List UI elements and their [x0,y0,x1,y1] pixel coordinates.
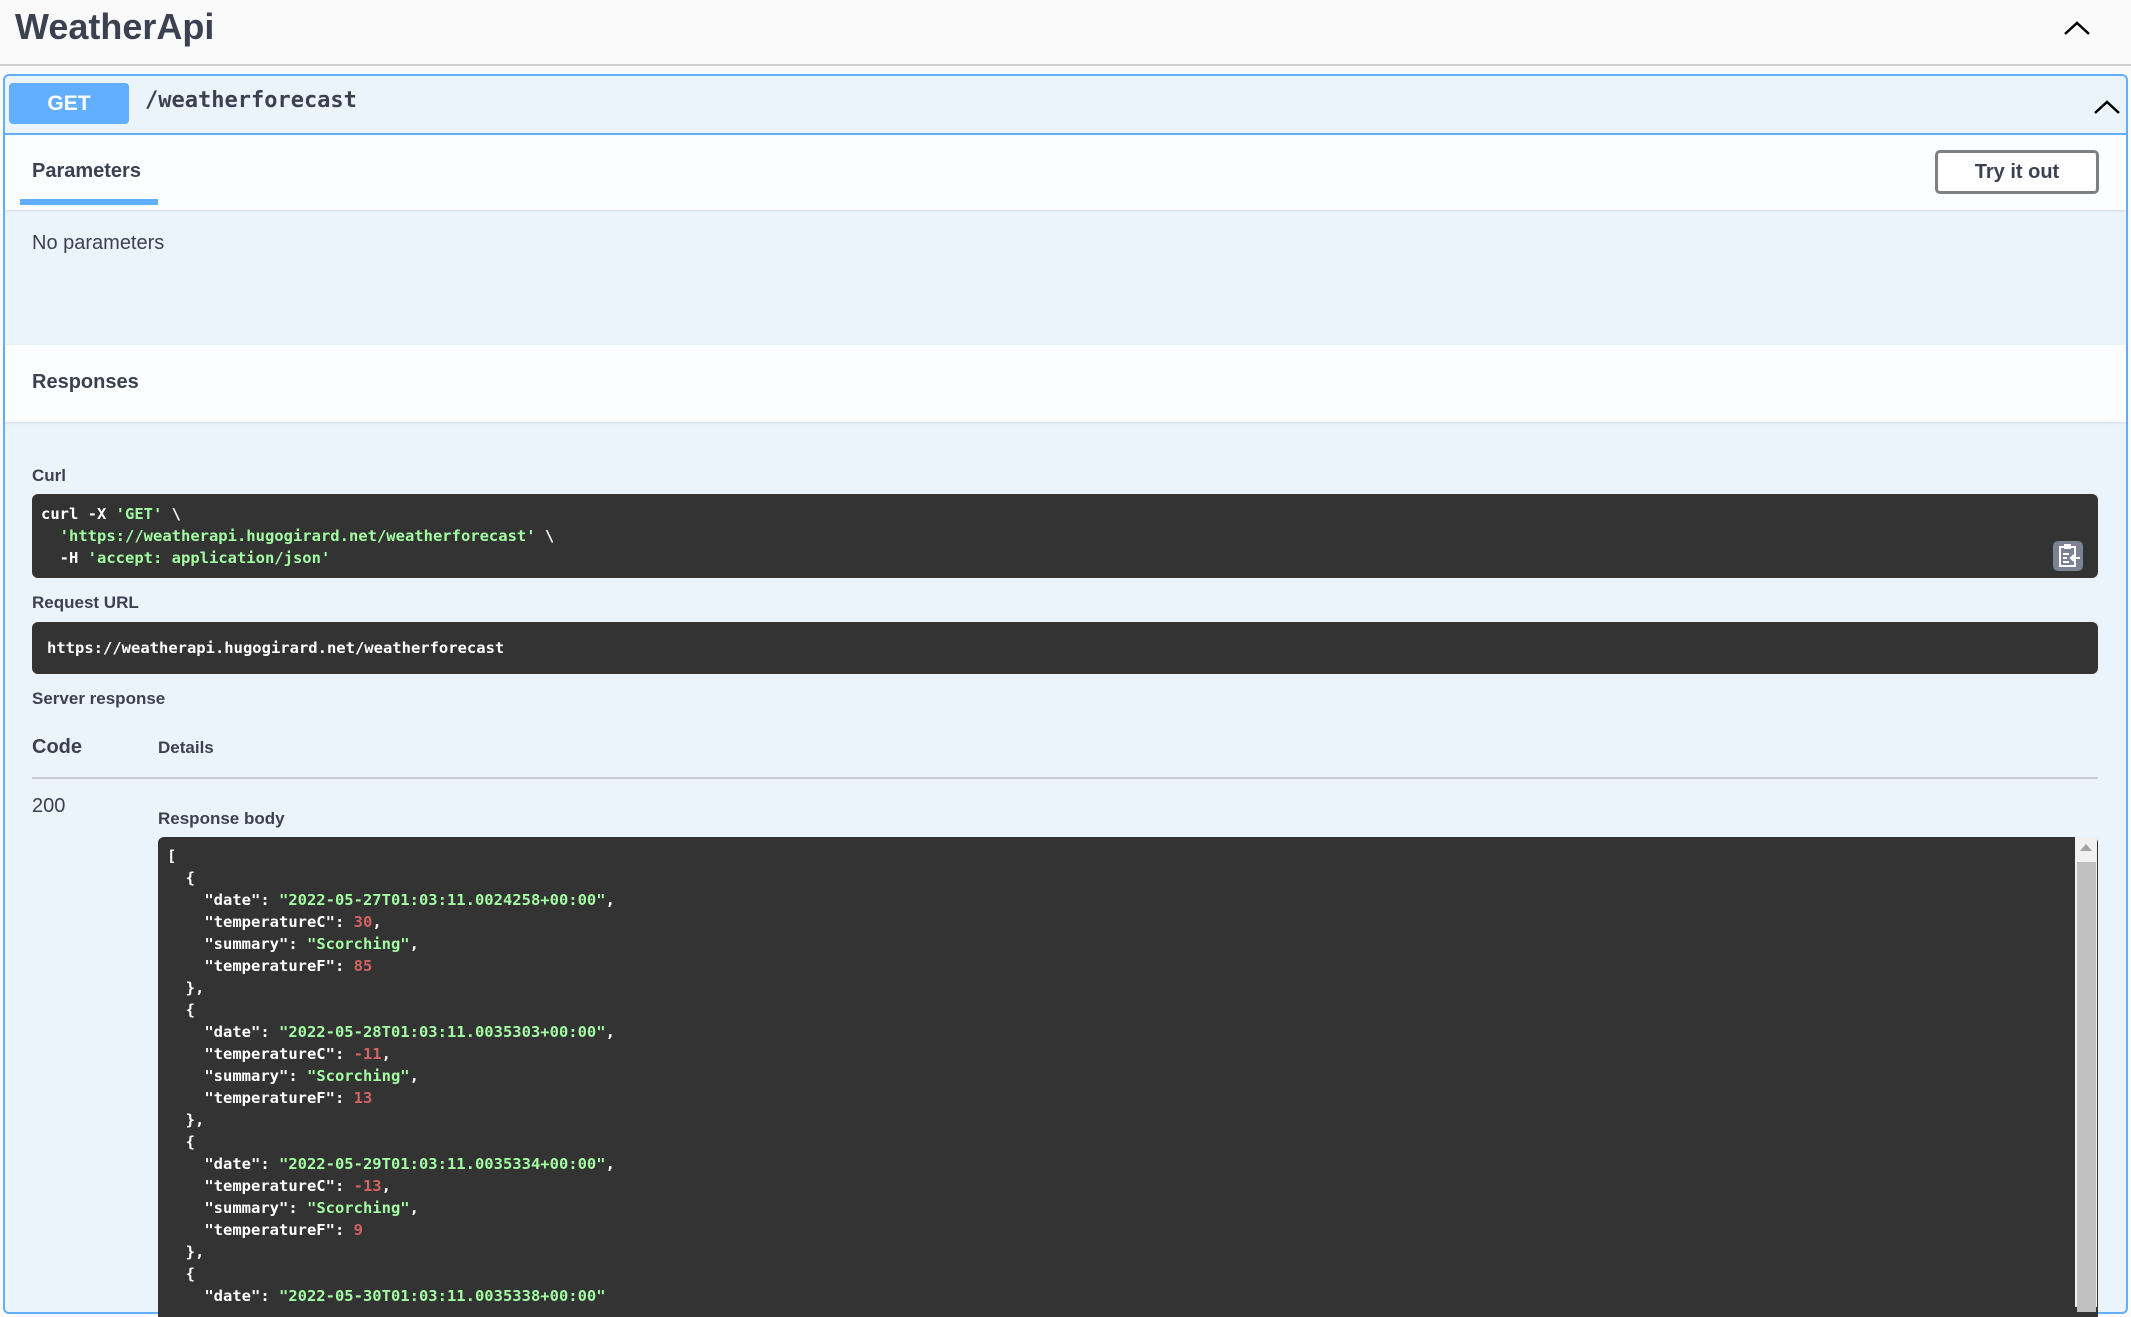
operation-path[interactable]: /weatherforecast [145,88,357,113]
json-key: "date": [167,1023,279,1041]
json-value: "2022-05-29T01:03:11.0035334+00:00" [278,1155,606,1173]
scrollbar-thumb[interactable] [2077,862,2096,1312]
json-value: "Scorching" [306,1199,410,1217]
server-response-label: Server response [32,689,166,708]
scroll-up-arrow-icon[interactable] [2075,837,2097,857]
curl-text: \ [535,527,555,545]
details-column-header: Details [158,738,214,757]
json-brace: }, [167,1111,205,1129]
code-column-header: Code [32,736,82,758]
json-value: "2022-05-30T01:03:11.0035338+00:00" [278,1287,606,1305]
json-key: "date": [167,891,279,909]
responses-header [5,345,2126,422]
json-value: 85 [353,957,373,975]
json-punct: , [605,1155,615,1173]
json-key: "temperatureC": [167,1177,354,1195]
curl-label: Curl [32,466,66,485]
json-punct: , [409,1199,419,1217]
clipboard-icon [2059,544,2080,567]
response-code: 200 [32,795,66,817]
curl-text [41,527,60,545]
chevron-up-icon[interactable] [2062,13,2092,43]
try-it-out-button[interactable]: Try it out [1935,150,2099,194]
curl-text: -H [41,549,88,567]
json-key: "summary": [167,1199,307,1217]
json-value: 13 [353,1089,373,1107]
curl-string: 'https://weatherapi.hugogirard.net/weath… [59,527,536,545]
json-value: "2022-05-28T01:03:11.0035303+00:00" [278,1023,606,1041]
api-title: WeatherApi [15,6,215,47]
json-value: 30 [353,913,373,931]
request-url-value[interactable]: https://weatherapi.hugogirard.net/weathe… [32,622,2098,674]
json-value: "Scorching" [306,1067,410,1085]
json-value: "Scorching" [306,935,410,953]
json-bracket: [ [167,847,177,865]
curl-string: 'GET' [115,505,163,523]
no-parameters-text: No parameters [32,232,165,254]
json-brace: { [167,1001,195,1019]
json-key: "summary": [167,935,307,953]
method-badge[interactable]: GET [9,83,129,124]
json-brace: { [167,1265,195,1283]
curl-text: \ [162,505,181,523]
json-punct: , [381,1045,391,1063]
json-key: "temperatureC": [167,1045,354,1063]
response-body-block[interactable]: [ { "date": "2022-05-27T01:03:11.0024258… [158,837,2098,1317]
json-punct: , [605,891,615,909]
json-brace: { [167,1133,195,1151]
json-brace: }, [167,1243,205,1261]
curl-string: 'accept: application/json' [87,549,331,567]
tab-parameters[interactable]: Parameters [32,160,141,183]
json-value: "2022-05-27T01:03:11.0024258+00:00" [278,891,606,909]
request-url-label: Request URL [32,593,139,612]
json-value: -13 [353,1177,382,1195]
response-body-label: Response body [158,809,285,828]
json-brace: }, [167,979,205,997]
json-punct: , [381,1177,391,1195]
json-punct: , [409,935,419,953]
json-key: "temperatureF": [167,1221,354,1239]
json-key: "temperatureF": [167,957,354,975]
api-section-header[interactable]: WeatherApi [0,0,2131,66]
json-punct: , [605,1023,615,1041]
json-key: "temperatureF": [167,1089,354,1107]
json-punct: , [372,913,382,931]
tab-active-indicator [20,199,158,205]
json-punct: , [409,1067,419,1085]
json-value: 9 [353,1221,363,1239]
json-key: "summary": [167,1067,307,1085]
divider [32,777,2098,779]
curl-text: curl -X [41,505,116,523]
tab-bar [5,135,2126,210]
json-key: "temperatureC": [167,913,354,931]
curl-code-block[interactable]: curl -X 'GET' \ 'https://weatherapi.hugo… [32,494,2098,578]
copy-to-clipboard-button[interactable] [2053,541,2083,571]
json-key: "date": [167,1155,279,1173]
json-brace: { [167,869,195,887]
json-value: -11 [353,1045,382,1063]
responses-title: Responses [32,371,139,393]
json-key: "date": [167,1287,279,1305]
chevron-up-icon[interactable] [2092,92,2122,122]
